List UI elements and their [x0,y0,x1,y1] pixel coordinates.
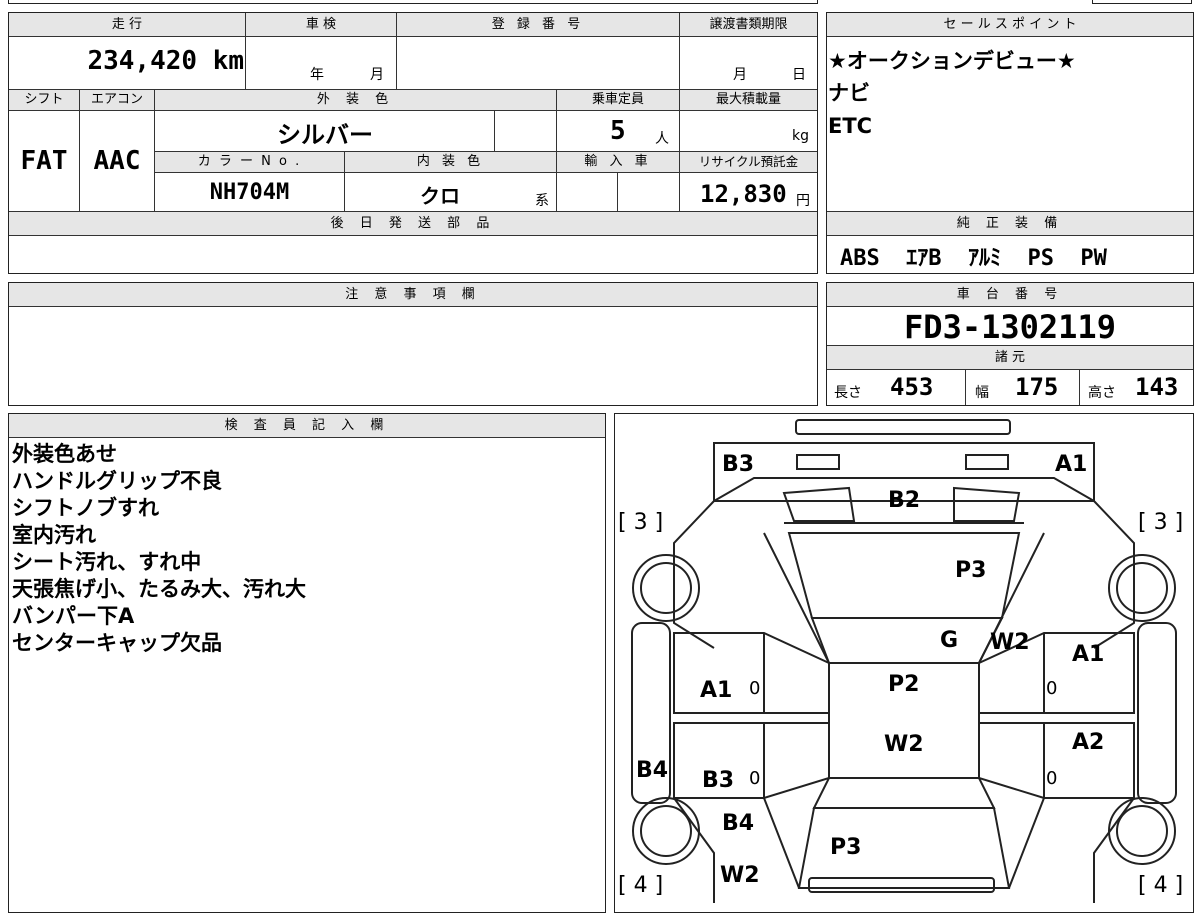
transfer-deadline-label: 譲渡書類期限 [680,13,817,37]
mark-g: G [940,628,959,653]
tyre-front-right-grade: [ 3 ] [1138,510,1184,535]
max-load-label: 最大積載量 [680,90,817,111]
inspector-note-1: 外装色あせ [12,442,117,466]
mark-p3-hood: P3 [955,558,987,583]
mark-b4-left: B4 [636,758,669,783]
inspection-year: 年 [310,67,324,83]
registration-label: 登 録 番 号 [397,13,679,37]
aircon-label: エアコン [80,90,154,111]
mark-zero-3: 0 [749,768,761,789]
caution-label: 注 意 事 項 欄 [9,283,817,307]
mark-b2: B2 [888,488,921,513]
mark-w2-glass: W2 [990,630,1030,655]
mark-b3-front: B3 [722,452,755,477]
inspector-note-8: センターキャップ欠品 [12,631,222,655]
aircon-value: AAC [93,146,141,176]
mark-p3-trunk: P3 [830,835,862,860]
mark-w2-rear: W2 [720,863,760,888]
import-label: 輸 入 車 [557,152,679,173]
shift-value: FAT [20,146,68,176]
tyre-front-left-grade: [ 3 ] [618,510,664,535]
inspector-notes-label: 検 査 員 記 入 欄 [9,414,605,438]
interior-color-label: 内 装 色 [345,152,556,173]
interior-suffix: 系 [535,193,549,209]
exterior-color-label: 外 装 色 [155,90,556,111]
max-load-unit: kg [792,128,809,144]
mark-zero-1: 0 [749,678,761,699]
inspector-note-4: 室内汚れ [12,523,96,547]
specs-label: 諸 元 [827,346,1193,370]
recycle-label: リサイクル預託金 [680,152,817,173]
transfer-day: 日 [792,67,806,83]
sales-point-1: ★オークションデビュー★ [828,49,1076,73]
top-cut-row [8,0,818,4]
inspector-note-6: 天張焦げ小、たるみ大、汚れ大 [12,577,306,601]
top-cut-box [1092,0,1192,4]
chassis-number: FD3-1302119 [904,308,1116,346]
later-parts-label: 後 日 発 送 部 品 [9,212,817,236]
inspector-note-2: ハンドルグリップ不良 [12,469,222,493]
sales-points-label: セ ー ル ス ポ イ ン ト [827,13,1193,37]
mark-a1-left-door: A1 [700,678,733,703]
recycle-unit: 円 [796,193,810,209]
transfer-month: 月 [733,67,747,83]
mark-w2-roof: W2 [884,732,924,757]
genuine-equipment-value: ABS ｴｱB ｱﾙﾐ PS PW [840,246,1107,271]
width-label: 幅 [975,385,989,401]
mileage-label: 走 行 [9,13,245,37]
genuine-equipment-label: 純 正 装 備 [827,212,1193,236]
inspection-month: 月 [370,67,384,83]
color-no-value: NH704M [209,180,290,205]
inspector-note-3: シフトノブすれ [12,496,159,520]
capacity-value: 5 [610,116,626,146]
sales-point-3: ETC [828,114,873,138]
mark-a1-front: A1 [1055,452,1088,477]
mark-b3-left: B3 [702,768,735,793]
recycle-value: 12,830 [700,180,787,208]
chassis-label: 車 台 番 号 [827,283,1193,307]
height-value: 143 [1135,373,1179,401]
mark-zero-2: 0 [1046,678,1058,699]
interior-color-value: クロ [420,184,460,208]
shift-label: シフト [9,90,79,111]
color-no-label: カ ラ ー N o . [155,152,344,173]
tyre-rear-right-grade: [ 4 ] [1138,873,1184,898]
mark-a1-right-door: A1 [1072,642,1105,667]
capacity-label: 乗車定員 [557,90,679,111]
width-value: 175 [1015,373,1059,401]
car-diagram-icon [631,419,1177,903]
capacity-unit: 人 [655,131,669,147]
length-value: 453 [890,373,934,401]
length-label: 長さ [834,385,862,401]
inspector-note-5: シート汚れ、すれ中 [12,550,202,574]
exterior-color-value: シルバー [277,121,373,149]
sales-point-2: ナビ [828,81,870,105]
inspection-label: 車 検 [246,13,396,37]
mark-zero-4: 0 [1046,768,1058,789]
mark-a2-right: A2 [1072,730,1105,755]
mark-p2: P2 [888,672,920,697]
inspector-note-7: バンパー下A [12,604,135,628]
mark-b4-rear: B4 [722,811,755,836]
tyre-rear-left-grade: [ 4 ] [618,873,664,898]
auction-sheet: { "header": { "mileage_label": "走 行", "i… [0,0,1200,913]
mileage-value-wrap: 234,420 km [60,46,250,76]
mileage-unit: km [212,46,244,76]
mileage-value: 234,420 [87,46,198,76]
height-label: 高さ [1088,385,1116,401]
